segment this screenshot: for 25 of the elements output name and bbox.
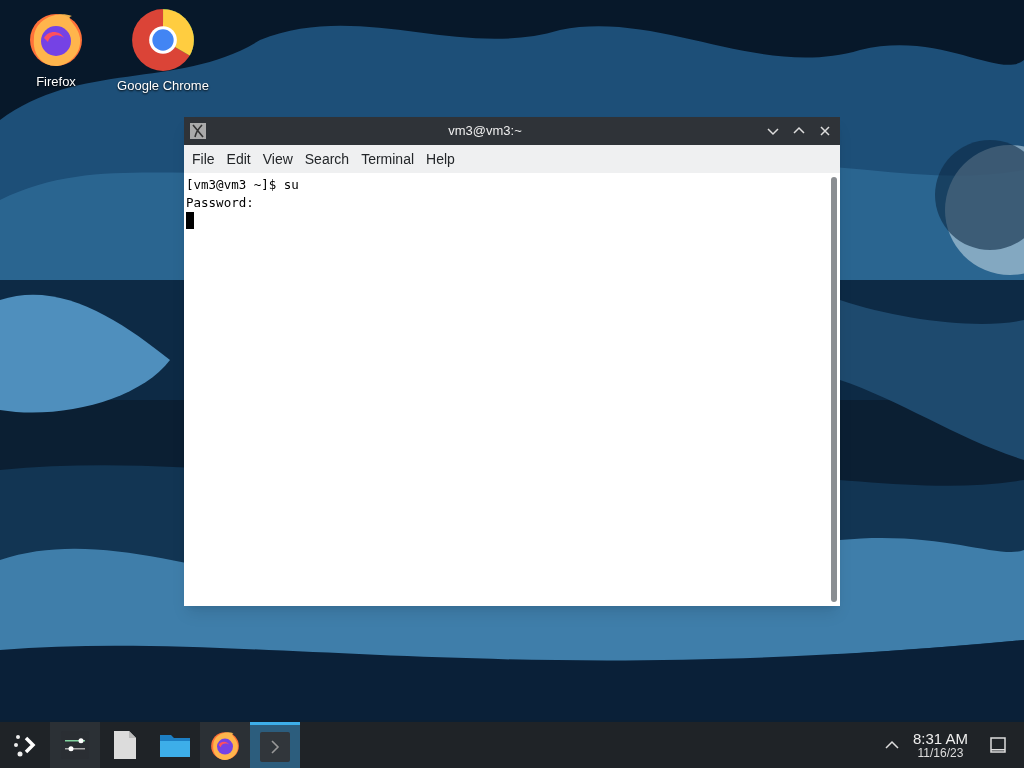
clock-time: 8:31 AM (912, 730, 968, 747)
terminal-line: Password: (186, 194, 254, 212)
terminal-area[interactable]: [vm3@vm3 ~]$ su Password: (184, 173, 828, 606)
show-desktop-icon[interactable] (990, 737, 1006, 753)
launcher-icon (12, 732, 38, 758)
menu-item[interactable]: File (186, 148, 221, 170)
window-title: vm3@vm3:~ (448, 122, 522, 141)
firefox-icon (209, 729, 241, 761)
menu-item[interactable]: View (256, 148, 299, 170)
terminal-line: [vm3@vm3 ~]$ su (186, 176, 299, 194)
menu-item[interactable]: Search (298, 148, 356, 170)
taskbar-button[interactable] (200, 722, 250, 768)
clock-date: 11/16/23 (917, 747, 964, 760)
desktop-icon-label[interactable]: Google Chrome (117, 76, 209, 96)
terminal-icon (260, 731, 290, 762)
chevron-up-icon[interactable] (884, 740, 899, 750)
folder-icon (159, 732, 191, 758)
x-logo-icon (190, 123, 206, 139)
menu-item[interactable]: Edit (220, 148, 257, 170)
chrome-icon (131, 8, 195, 72)
file-icon (113, 730, 137, 760)
menu-item[interactable]: Help (420, 148, 461, 170)
desktop-icon-label[interactable]: Firefox (36, 72, 76, 92)
menu-item[interactable]: Terminal (355, 148, 421, 170)
taskbar-button[interactable] (50, 722, 100, 768)
